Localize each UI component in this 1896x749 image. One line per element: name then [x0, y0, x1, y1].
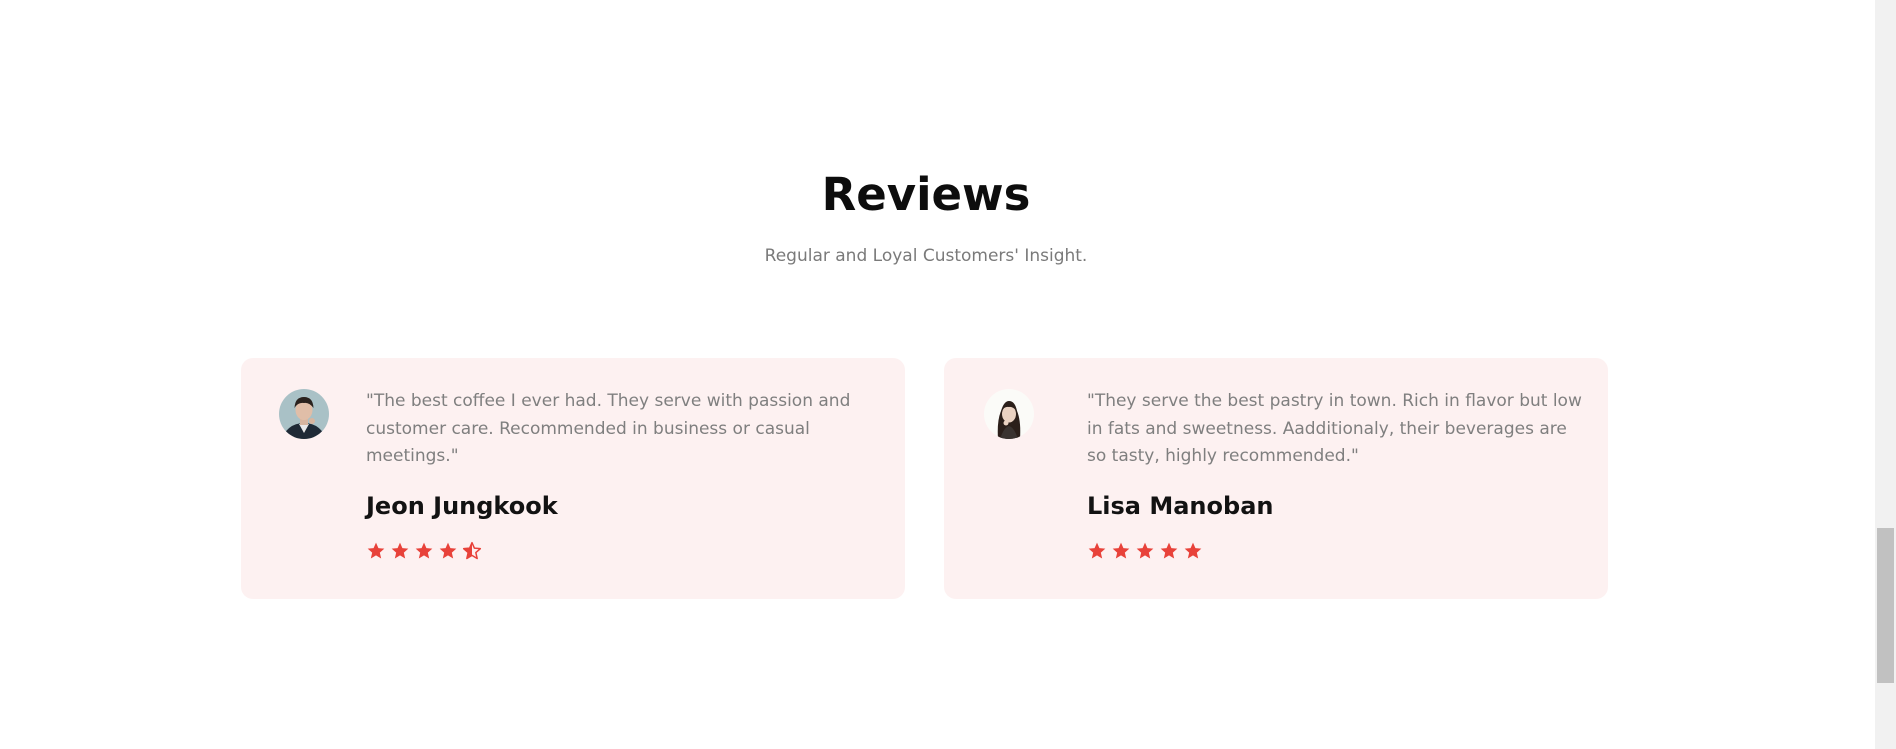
star-half-icon — [462, 541, 482, 560]
star-icon — [1160, 542, 1178, 559]
star-icon — [415, 542, 433, 559]
avatar — [279, 389, 329, 439]
review-card: "They serve the best pastry in town. Ric… — [944, 358, 1608, 599]
star-icon — [1184, 542, 1202, 559]
reviewer-name: Lisa Manoban — [1087, 492, 1274, 520]
scrollbar-thumb[interactable] — [1877, 528, 1894, 683]
page: Reviews Regular and Loyal Customers' Ins… — [0, 0, 1896, 749]
star-rating — [366, 541, 482, 561]
reviewer-name: Jeon Jungkook — [366, 492, 558, 520]
avatar — [984, 389, 1034, 439]
review-quote: "The best coffee I ever had. They serve … — [366, 391, 851, 466]
star-icon — [439, 542, 457, 559]
section-title: Reviews — [821, 168, 1031, 221]
review-quote: "They serve the best pastry in town. Ric… — [1087, 391, 1582, 466]
star-icon — [1088, 542, 1106, 559]
review-card: "The best coffee I ever had. They serve … — [241, 358, 905, 599]
section-subtitle: Regular and Loyal Customers' Insight. — [764, 246, 1088, 266]
star-icon — [1112, 542, 1130, 559]
star-icon — [367, 542, 385, 559]
star-rating — [1087, 541, 1203, 561]
star-icon — [391, 542, 409, 559]
star-icon — [1136, 542, 1154, 559]
